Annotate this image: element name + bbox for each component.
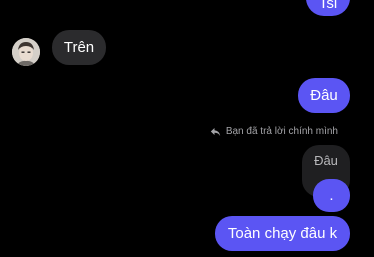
- message-text: Tsi: [318, 0, 338, 12]
- message-bubble-incoming[interactable]: Trên: [52, 30, 106, 65]
- message-text: Trên: [63, 39, 95, 56]
- message-text: Đâu: [310, 87, 338, 104]
- message-bubble-outgoing[interactable]: Đâu: [298, 78, 350, 113]
- message-bubble-outgoing[interactable]: Toàn chạy đâu k: [215, 216, 350, 251]
- quoted-message-text: Đâu: [314, 153, 338, 168]
- contact-avatar[interactable]: [12, 38, 40, 66]
- message-text: .: [329, 187, 334, 204]
- reply-arrow-icon: [210, 127, 221, 136]
- message-bubble-outgoing[interactable]: Tsi: [306, 0, 350, 16]
- message-text: Toàn chạy đâu k: [227, 225, 338, 242]
- avatar-image: [12, 38, 40, 66]
- message-bubble-outgoing[interactable]: .: [313, 179, 350, 212]
- reply-note-text: Bạn đã trả lời chính mình: [225, 126, 338, 137]
- reply-indicator: Bạn đã trả lời chính mình: [210, 126, 338, 137]
